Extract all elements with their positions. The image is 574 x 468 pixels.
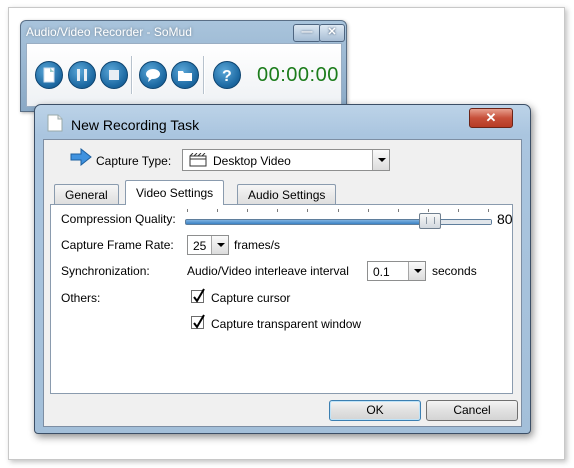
video-settings-panel: Compression Quality: 80 Capture Frame Ra… (50, 204, 513, 394)
elapsed-time: 00:00:00 (257, 64, 339, 86)
chevron-down-icon[interactable] (211, 236, 228, 254)
svg-text:?: ? (222, 68, 232, 84)
dialog-title: New Recording Task (71, 117, 200, 133)
ok-button[interactable]: OK (329, 400, 421, 421)
close-icon: ✕ (327, 26, 337, 38)
speech-bubble-icon (146, 69, 160, 82)
interleave-interval-unit: seconds (432, 264, 477, 278)
pause-icon (77, 69, 87, 81)
new-task-button[interactable] (35, 61, 63, 89)
stop-button[interactable] (100, 61, 128, 89)
slider-tick (397, 209, 399, 212)
help-button[interactable]: ? (213, 61, 241, 89)
compression-quality-value: 80 (497, 211, 513, 227)
slider-tick (337, 209, 339, 212)
slider-tick (277, 209, 279, 212)
recorder-title: Audio/Video Recorder - SoMud (26, 25, 192, 39)
capture-transparent-checkbox[interactable] (191, 314, 205, 329)
slider-tick (367, 209, 369, 212)
recorder-close-button[interactable]: ✕ (319, 24, 345, 42)
slider-tick (307, 209, 309, 212)
tab-general[interactable]: General (54, 184, 119, 204)
synchronization-label: Synchronization: (61, 264, 150, 278)
capture-cursor-label: Capture cursor (211, 291, 291, 305)
toolbar-separator (203, 56, 205, 94)
capture-transparent-label: Capture transparent window (211, 317, 362, 331)
pause-button[interactable] (68, 61, 96, 89)
minimize-button[interactable]: — (293, 24, 321, 42)
interleave-interval-value: 0.1 (373, 265, 390, 279)
tab-audio-settings[interactable]: Audio Settings (237, 184, 337, 204)
slider-tick (457, 209, 459, 212)
toolbar-separator (131, 56, 133, 94)
compression-quality-slider[interactable] (185, 219, 492, 225)
arrow-right-icon (70, 148, 92, 166)
stop-icon (109, 70, 119, 80)
checkmark-icon (193, 314, 205, 329)
slider-tick (187, 209, 188, 212)
chevron-down-icon[interactable] (408, 262, 425, 280)
new-recording-task-dialog: New Recording Task ✕ Capture Type: Deskt… (34, 104, 531, 434)
frame-rate-label: Capture Frame Rate: (61, 238, 174, 252)
slider-thumb[interactable] (419, 213, 441, 229)
film-icon (189, 153, 207, 167)
capture-type-select[interactable]: Desktop Video (182, 149, 390, 171)
frame-rate-unit: frames/s (234, 238, 281, 252)
interleave-interval-select[interactable]: 0.1 (367, 261, 426, 281)
open-folder-button[interactable] (171, 61, 199, 89)
slider-tick (247, 209, 249, 212)
cancel-button[interactable]: Cancel (426, 400, 518, 421)
frame-rate-value: 25 (193, 239, 207, 253)
slider-tick (217, 209, 219, 212)
dialog-body: Capture Type: Desktop Video General Vide… (43, 139, 522, 427)
frame-rate-select[interactable]: 25 (187, 235, 229, 255)
checkmark-icon (193, 288, 205, 303)
capture-type-value: Desktop Video (213, 154, 291, 168)
minimize-icon: — (301, 26, 313, 38)
comment-button[interactable] (139, 61, 167, 89)
capture-cursor-checkbox[interactable] (191, 288, 205, 303)
help-icon: ? (222, 68, 232, 84)
interleave-interval-label: Audio/Video interleave interval (187, 264, 349, 278)
new-document-icon (47, 114, 63, 132)
capture-type-label: Capture Type: (96, 154, 172, 168)
recorder-window: Audio/Video Recorder - SoMud — ✕ ? 00:00… (20, 20, 347, 112)
others-label: Others: (61, 291, 101, 305)
dialog-close-button[interactable]: ✕ (469, 108, 513, 128)
compression-quality-label: Compression Quality: (61, 212, 176, 226)
slider-tick (488, 209, 489, 212)
document-icon (43, 67, 55, 83)
tab-video-settings[interactable]: Video Settings (125, 180, 225, 205)
chevron-down-icon[interactable] (372, 150, 389, 170)
slider-tick (427, 209, 429, 212)
recorder-toolbar: ? 00:00:00 (26, 43, 342, 107)
folder-icon (178, 71, 192, 81)
